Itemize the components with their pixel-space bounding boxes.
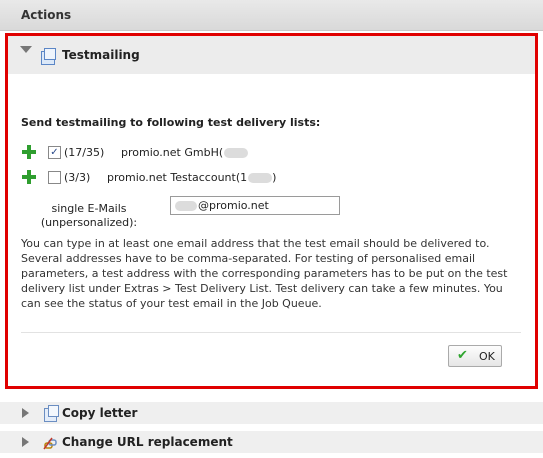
help-text: You can type in at least one email addre… [21,237,508,310]
list-checkbox[interactable] [48,171,61,184]
list-count: (17/35) [64,146,105,159]
testmailing-intro: Send testmailing to following test deliv… [21,116,321,129]
list-checkbox[interactable]: ✓ [48,146,61,159]
list-name: promio.net GmbH( [121,146,249,159]
actions-title: Actions [21,8,72,22]
change-url-title: Change URL replacement [62,435,233,449]
actions-header: Actions [0,0,543,31]
link-edit-icon [43,437,57,450]
section-change-url[interactable]: Change URL replacement [0,431,543,453]
list-name: promio.net Testaccount(1) [107,171,277,184]
add-list-icon[interactable] [22,170,36,184]
check-icon: ✔ [457,348,468,363]
add-list-icon[interactable] [22,145,36,159]
testmailing-header[interactable]: Testmailing [8,36,535,74]
single-email-label: single E-Mails (unpersonalized): [40,202,138,229]
divider [21,332,521,333]
delivery-list-row: (3/3) promio.net Testaccount(1) [8,168,528,186]
ok-button[interactable]: ✔ OK [448,345,502,367]
expand-arrow-icon[interactable] [22,437,29,447]
testmailing-title: Testmailing [62,48,140,62]
single-email-input[interactable]: @promio.net [170,196,340,215]
section-copy-letter[interactable]: Copy letter [0,402,543,424]
copy-letter-title: Copy letter [62,406,138,420]
testmailing-icon [41,48,56,65]
delivery-list-row: ✓ (17/35) promio.net GmbH( [8,143,528,161]
ok-label: OK [479,350,495,363]
list-count: (3/3) [64,171,91,184]
collapse-arrow-icon[interactable] [20,46,32,53]
testmailing-panel: Testmailing Send testmailing to followin… [5,33,538,389]
expand-arrow-icon[interactable] [22,408,29,418]
copy-icon [44,405,59,422]
